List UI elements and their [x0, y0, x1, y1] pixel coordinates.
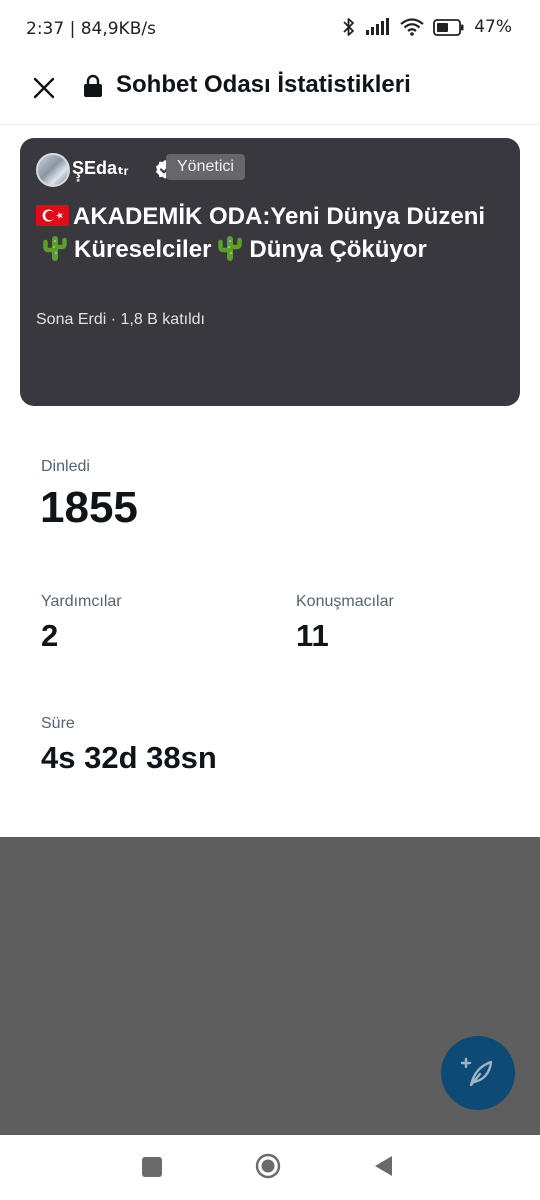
duration-label: Süre — [41, 715, 75, 732]
cohosts-label: Yardımcılar — [41, 593, 122, 610]
system-nav-bar — [0, 1135, 540, 1200]
room-title-part1: AKADEMİK ODA:Yeni Dünya Düzeni — [73, 203, 486, 230]
status-bar: 2:37 | 84,9KB/s 47% — [0, 0, 540, 58]
room-title-part2: Küreselciler — [74, 236, 212, 263]
home-button[interactable] — [255, 1153, 281, 1179]
compose-spaces-icon — [460, 1057, 493, 1087]
recents-button[interactable] — [142, 1157, 162, 1177]
room-card[interactable]: Ş͙Edaₜᵣ Yönetici AKADEMİK ODA:Yeni Dünya… — [20, 138, 520, 406]
room-title-part3: Dünya Çöküyor — [249, 236, 427, 263]
role-badge: Yönetici — [166, 154, 245, 180]
battery-icon — [433, 18, 464, 36]
listened-value: 1855 — [40, 483, 138, 532]
page-title: Sohbet Odası İstatistikleri — [116, 71, 411, 98]
duration-value: 4s 32d 38sn — [41, 740, 217, 775]
host-avatar[interactable] — [36, 153, 70, 187]
battery-percent: 47% — [474, 17, 512, 37]
room-title: AKADEMİK ODA:Yeni Dünya Düzeni Küreselci… — [36, 201, 506, 266]
close-icon[interactable] — [30, 74, 58, 102]
cohosts-value: 2 — [41, 618, 59, 653]
turkey-flag-icon — [36, 205, 69, 226]
lock-icon — [84, 74, 102, 97]
signal-icon — [366, 18, 390, 35]
wifi-icon — [400, 18, 424, 36]
room-meta: Sona Erdi · 1,8 B katıldı — [36, 311, 205, 328]
cactus-icon — [43, 236, 67, 261]
top-bar: Sohbet Odası İstatistikleri — [0, 58, 540, 125]
speakers-label: Konuşmacılar — [296, 593, 394, 610]
status-icons: 47% — [342, 17, 512, 37]
cactus-icon — [218, 236, 243, 261]
compose-spaces-button[interactable] — [441, 1036, 515, 1110]
bluetooth-icon — [343, 18, 355, 36]
back-button[interactable] — [372, 1154, 394, 1178]
listened-label: Dinledi — [41, 458, 90, 475]
speakers-value: 11 — [296, 618, 329, 653]
host-name: Ş͙Edaₜᵣ — [72, 158, 129, 178]
status-time: 2:37 | 84,9KB/s — [26, 19, 156, 39]
